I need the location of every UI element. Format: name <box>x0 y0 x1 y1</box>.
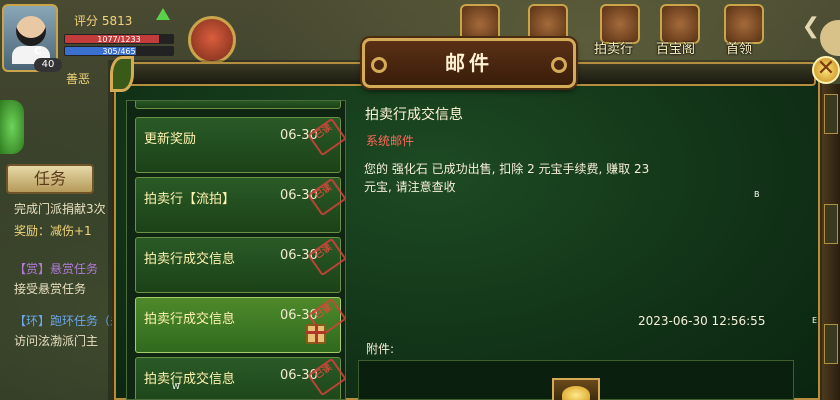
stray-mark: W <box>172 382 180 391</box>
quest-tab[interactable]: 任务 <box>6 164 94 194</box>
attachment-label: 附件: <box>366 342 395 356</box>
mail-item[interactable]: 拍卖行【流拍】 06-30 已读 <box>135 177 345 233</box>
player-avatar[interactable]: C 40 <box>2 4 62 72</box>
mail-item-selected[interactable]: 拍卖行成交信息 06-30 已读 <box>135 297 345 353</box>
hp-text: 1077/1233 <box>97 35 141 44</box>
close-icon: ✕ <box>816 56 836 81</box>
list-top-edge <box>135 101 341 109</box>
quest-line[interactable]: 奖励：减伤+1 <box>14 222 92 239</box>
dialog-title: 邮件 <box>445 51 493 75</box>
player-grade: C <box>34 46 42 57</box>
mp-bar: 305/465 <box>64 46 174 56</box>
frame-ornament-icon <box>824 324 838 364</box>
frame-ornament-icon <box>824 204 838 244</box>
player-level: 40 <box>34 58 62 72</box>
mail-item-title: 拍卖行成交信息 <box>144 312 236 327</box>
read-stamp-icon: 已读 <box>307 237 345 277</box>
stray-mark: E <box>812 316 818 325</box>
read-stamp-icon: 已读 <box>307 117 345 157</box>
mail-list[interactable]: 更新奖励 06-30 已读 拍卖行【流拍】 06-30 已读 拍卖行成交信息 0… <box>126 100 346 400</box>
mail-item[interactable]: 更新奖励 06-30 已读 <box>135 117 345 173</box>
mail-item-title: 更新奖励 <box>144 132 197 147</box>
quest-tab-label: 任务 <box>33 169 66 188</box>
mail-detail-time: 2023-06-30 12:56:55 <box>638 314 766 328</box>
corner-ornament-icon <box>110 56 134 92</box>
quest-line[interactable]: 访问泫渤派门主 <box>14 332 98 349</box>
stray-mark: B <box>754 190 760 199</box>
attachment-slot[interactable] <box>552 378 600 400</box>
dialog-title-plate: 邮件 <box>362 38 576 88</box>
quest-line[interactable]: 接受悬赏任务 <box>14 280 86 297</box>
avatar-face <box>16 16 46 46</box>
quest-line[interactable]: 【环】跑环任务（未 <box>14 312 122 329</box>
mail-detail-title: 拍卖行成交信息 <box>365 107 463 123</box>
read-stamp-icon: 已读 <box>307 357 345 397</box>
mail-item[interactable]: 拍卖行成交信息 06-30 已读 <box>135 357 345 399</box>
gift-icon <box>306 324 326 344</box>
collapse-arrow-icon[interactable]: ❮ <box>802 14 820 39</box>
mp-text: 305/465 <box>102 47 136 56</box>
upgrade-arrow-icon[interactable] <box>156 8 170 20</box>
score-display: 评分 5813 <box>74 12 132 29</box>
quest-line[interactable]: 完成门派捐献3次 <box>14 200 106 217</box>
frame-ornament-icon <box>824 94 838 134</box>
quest-line[interactable]: 【赏】悬赏任务 <box>14 260 98 277</box>
mail-item-title: 拍卖行成交信息 <box>144 252 236 267</box>
good-evil-label: 善恶 <box>66 72 91 86</box>
hp-bar: 1077/1233 <box>64 34 174 44</box>
top-menu-label-treasure[interactable]: 百宝阁 <box>656 38 695 57</box>
read-stamp-icon: 已读 <box>307 177 345 217</box>
mail-detail-sender: 系统邮件 <box>366 134 415 148</box>
mail-item-title: 拍卖行【流拍】 <box>144 192 236 207</box>
score-value: 5813 <box>101 14 133 28</box>
score-label: 评分 <box>74 14 99 28</box>
pet-portrait-icon[interactable] <box>188 16 236 64</box>
mail-detail-body: 您的 强化石 已成功出售, 扣除 2 元宝手续费, 赚取 23 元宝, 请注意查… <box>364 162 650 194</box>
mail-item-title: 拍卖行成交信息 <box>144 372 236 387</box>
activity-ring-icon[interactable] <box>0 100 24 154</box>
top-menu-label-auction[interactable]: 拍卖行 <box>594 38 633 57</box>
gold-ingot-icon <box>562 386 590 400</box>
mail-item[interactable]: 拍卖行成交信息 06-30 已读 <box>135 237 345 293</box>
right-edge-frame <box>822 84 840 400</box>
top-menu-label-boss[interactable]: 首领 <box>726 38 752 57</box>
close-button[interactable]: ✕ <box>812 56 840 84</box>
